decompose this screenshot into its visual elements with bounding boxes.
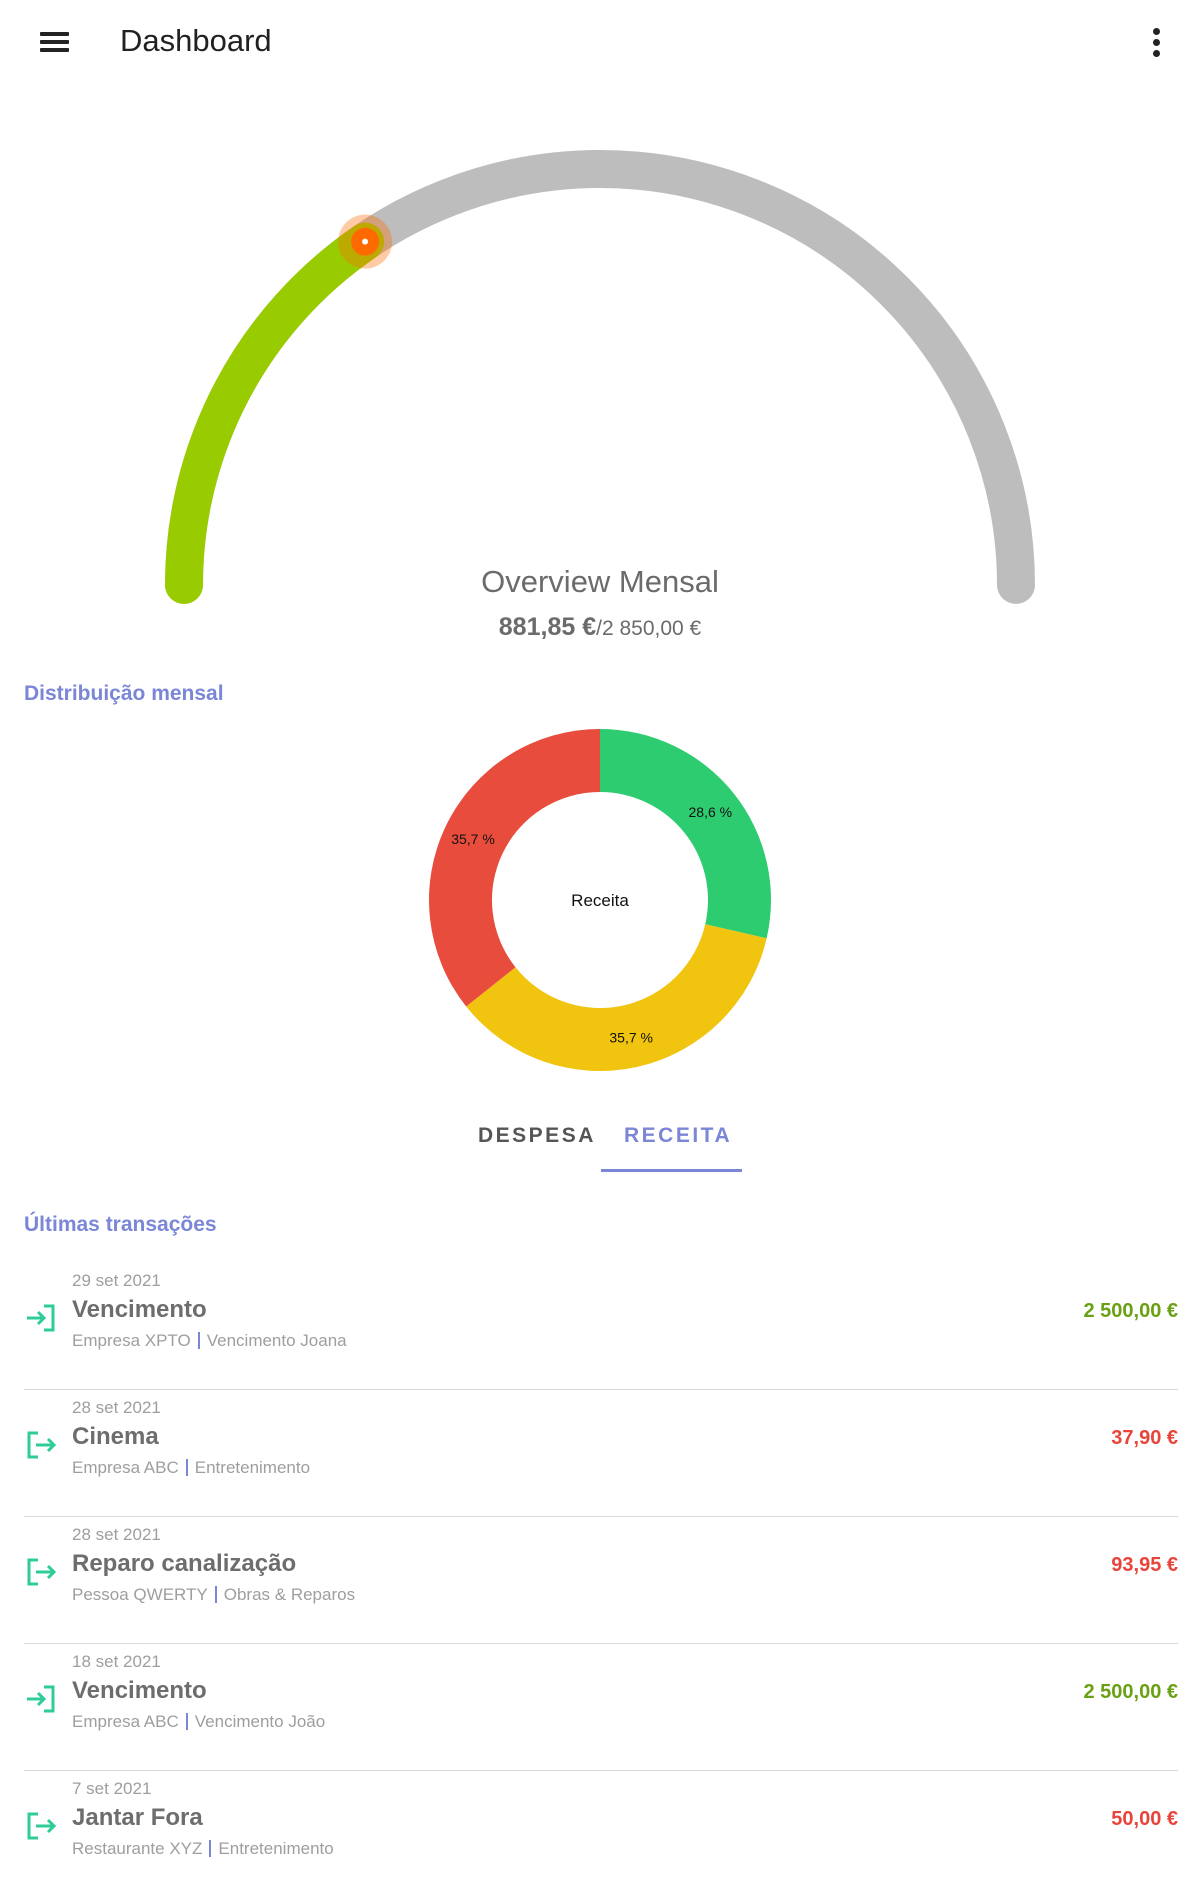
transaction-category: Obras & Reparos: [223, 1585, 356, 1604]
transaction-date: 28 set 2021: [72, 1525, 161, 1544]
gauge-thumb[interactable]: [338, 214, 393, 269]
transaction-meta: Pessoa QWERTY Obras & Reparos: [72, 1585, 355, 1605]
logout-icon: [27, 1812, 57, 1840]
overview-total: /2 850,00 €: [596, 617, 702, 640]
transaction-entity: Empresa ABC: [72, 1458, 179, 1477]
transaction-date: 28 set 2021: [72, 1398, 161, 1417]
transaction-date: 18 set 2021: [72, 1652, 161, 1671]
logout-icon: [27, 1431, 57, 1459]
transactions-section-title: Últimas transações: [24, 1213, 217, 1236]
transaction-row[interactable]: 28 set 2021 Reparo canalização Pessoa QW…: [24, 1517, 1178, 1644]
donut-slice[interactable]: [429, 729, 600, 1007]
transaction-meta: Empresa ABC Entretenimento: [72, 1458, 310, 1478]
transaction-category: Entretenimento: [194, 1458, 311, 1477]
overview-title: Overview Mensal: [481, 564, 719, 599]
gauge-progress: [165, 222, 385, 604]
tab-active-indicator: [601, 1169, 742, 1172]
transaction-row[interactable]: 18 set 2021 Vencimento Empresa ABC Vencim…: [24, 1644, 1178, 1771]
transaction-amount: 37,90 €: [1111, 1427, 1178, 1449]
separator: [197, 1332, 200, 1349]
transaction-amount: 2 500,00 €: [1083, 1300, 1178, 1322]
transaction-category: Entretenimento: [218, 1839, 334, 1858]
donut-center-label: Receita: [571, 891, 629, 910]
transaction-entity: Restaurante XYZ: [72, 1839, 203, 1858]
login-icon: [27, 1685, 55, 1713]
tab-despesa[interactable]: DESPESA: [478, 1124, 596, 1148]
transaction-name: Vencimento: [72, 1296, 207, 1323]
transaction-entity: Empresa ABC: [72, 1712, 179, 1731]
separator: [185, 1459, 188, 1476]
transaction-row[interactable]: 7 set 2021 Jantar Fora Restaurante XYZ En…: [24, 1771, 1178, 1898]
logout-icon: [27, 1558, 57, 1586]
transaction-meta: Restaurante XYZ Entretenimento: [72, 1839, 334, 1859]
transaction-name: Jantar Fora: [72, 1804, 203, 1831]
donut-slice-label: 35,7 %: [451, 831, 495, 847]
donut-slice[interactable]: [466, 924, 767, 1071]
separator: [214, 1586, 217, 1603]
transaction-row[interactable]: 28 set 2021 Cinema Empresa ABC Entretenim…: [24, 1390, 1178, 1517]
overview-value: 881,85 €/2 850,00 €: [0, 613, 1200, 642]
monthly-overview-gauge: Overview Mensal 881,85 €/2 850,00 €: [0, 0, 1200, 660]
transaction-meta: Empresa ABC Vencimento João: [72, 1712, 325, 1732]
separator: [185, 1713, 188, 1730]
transaction-entity: Empresa XPTO: [72, 1331, 191, 1350]
transaction-amount: 93,95 €: [1111, 1554, 1178, 1576]
transaction-amount: 50,00 €: [1111, 1808, 1178, 1830]
gauge-track: [165, 150, 1035, 604]
transaction-name: Cinema: [72, 1423, 159, 1450]
overview-current: 881,85 €: [498, 613, 597, 641]
donut-slice-label: 35,7 %: [609, 1030, 653, 1046]
transaction-name: Vencimento: [72, 1677, 207, 1704]
gauge-svg: [165, 150, 1035, 604]
transaction-entity: Pessoa QWERTY: [72, 1585, 208, 1604]
tab-receita[interactable]: RECEITA: [624, 1124, 732, 1148]
transaction-meta: Empresa XPTO Vencimento Joana: [72, 1331, 347, 1351]
transaction-name: Reparo canalização: [72, 1550, 297, 1577]
transaction-category: Vencimento Joana: [206, 1331, 347, 1350]
donut-slice-label: 28,6 %: [689, 804, 733, 820]
donut-svg: 28,6 % 35,7 % 35,7 % Receita: [429, 729, 772, 1071]
transaction-row[interactable]: 29 set 2021 Vencimento Empresa XPTO Venci…: [24, 1263, 1178, 1390]
login-icon: [27, 1304, 55, 1332]
separator: [209, 1840, 212, 1857]
transaction-amount: 2 500,00 €: [1083, 1681, 1178, 1703]
distribution-tabs: DESPESA RECEITA: [0, 1110, 1200, 1174]
transaction-date: 7 set 2021: [72, 1779, 152, 1798]
distribution-donut-chart: 28,6 % 35,7 % 35,7 % Receita: [0, 700, 1200, 1100]
transaction-date: 29 set 2021: [72, 1271, 161, 1290]
transaction-category: Vencimento João: [194, 1712, 326, 1731]
